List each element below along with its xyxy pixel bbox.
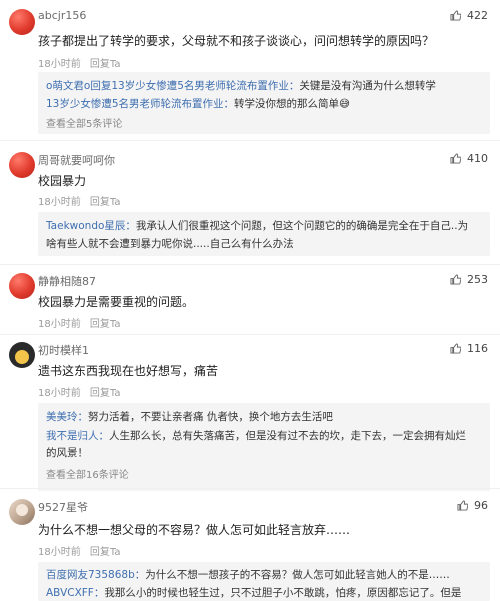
reply-text: 我那么小的时候也轻生过，只不过胆子小不敢跳，怕疼，原因都忘记了。但是 [104, 587, 462, 599]
reply-line: 啥有些人就不会遭到暴力呢你说.....自己么有什么办法 [46, 236, 294, 251]
comment-time: 18小时前 [38, 388, 81, 399]
comment-text: 为什么不想一想父母的不容易？做人怎可如此轻言放弃…… [38, 523, 351, 537]
reply-line: 美美玲：努力活着，不要让亲者痛 仇者快，换个地方去生活吧 [46, 409, 333, 424]
divider [0, 334, 500, 335]
reply-user[interactable]: ABVCXFF： [46, 587, 104, 599]
comment-text: 校园暴力 [38, 174, 87, 188]
like-count: 253 [467, 273, 488, 286]
reply-text: 转学没你想的那么简单😅 [234, 98, 350, 110]
username[interactable]: 初时模样1 [38, 342, 89, 358]
reply-text: 我承认人们很重视这个问题，但这个问题它的的确确是完全在于自己..为 [135, 220, 469, 232]
reply-box: Taekwondo星辰：我承认人们很重视这个问题，但这个问题它的的确确是完全在于… [38, 212, 490, 256]
reply-button[interactable]: 回复Ta [90, 319, 121, 330]
view-all-replies-link[interactable]: 查看全部5条评论 [46, 115, 122, 130]
like-button[interactable]: 116 [450, 342, 488, 355]
comment-text: 遗书这东西我现在也好想写，痛苦 [38, 364, 219, 378]
like-count: 422 [467, 9, 488, 22]
reply-text: 关键是没有沟通为什么想转学 [299, 80, 436, 92]
like-count: 96 [474, 499, 488, 512]
reply-text: 努力活着，不要让亲者痛 仇者快，换个地方去生活吧 [88, 411, 333, 423]
avatar[interactable] [9, 9, 35, 35]
reply-line: 13岁少女惨遭5名男老师轮流布置作业：转学没你想的那么简单😅 [46, 96, 350, 111]
reply-user[interactable]: Taekwondo星辰： [46, 220, 136, 232]
avatar[interactable] [9, 152, 35, 178]
comment-text: 孩子都提出了转学的要求，父母就不和孩子谈谈心，问问想转学的原因吗？ [38, 34, 435, 48]
reply-text: 啥有些人就不会遭到暴力呢你说.....自己么有什么办法 [46, 238, 294, 250]
comment-meta: 18小时前 回复Ta [38, 384, 121, 399]
comment-time: 18小时前 [38, 59, 81, 70]
divider [0, 488, 500, 489]
reply-button[interactable]: 回复Ta [90, 547, 121, 558]
reply-user[interactable]: 我不是归人： [46, 430, 109, 442]
reply-button[interactable]: 回复Ta [90, 59, 121, 70]
username[interactable]: 周哥就要呵呵你 [38, 152, 115, 168]
thumbs-up-icon [450, 274, 461, 285]
reply-user[interactable]: 13岁少女惨遭5名男老师轮流布置作业： [46, 98, 234, 110]
reply-text: 人生那么长，总有失落痛苦，但是没有过不去的坎，走下去，一定会拥有灿烂 [109, 430, 466, 442]
avatar[interactable] [9, 342, 35, 368]
like-button[interactable]: 422 [450, 9, 488, 22]
avatar[interactable] [9, 499, 35, 525]
reply-text: 为什么不想一想孩子的不容易？做人怎可如此轻言她人的不是…… [145, 569, 450, 581]
reply-user[interactable]: 百度网友735868b： [46, 569, 145, 581]
view-all-replies-link[interactable]: 查看全部16条评论 [46, 466, 129, 481]
reply-line: 百度网友735868b：为什么不想一想孩子的不容易？做人怎可如此轻言她人的不是…… [46, 567, 450, 582]
comment-meta: 18小时前 回复Ta [38, 543, 121, 558]
username[interactable]: abcjr156 [38, 9, 86, 22]
reply-line: 的风景！ [46, 445, 88, 460]
like-count: 116 [467, 342, 488, 355]
divider [0, 264, 500, 265]
reply-box: o萌文君o回复13岁少女惨遭5名男老师轮流布置作业：关键是没有沟通为什么想转学 … [38, 72, 490, 134]
comment-section: abcjr156 422 孩子都提出了转学的要求，父母就不和孩子谈谈心，问问想转… [0, 0, 500, 601]
avatar[interactable] [9, 273, 35, 299]
reply-user[interactable]: 美美玲： [46, 411, 88, 423]
like-button[interactable]: 96 [457, 499, 488, 512]
reply-line: ABVCXFF：我那么小的时候也轻生过，只不过胆子小不敢跳，怕疼，原因都忘记了。… [46, 585, 461, 600]
reply-text: 的风景！ [46, 447, 88, 459]
like-button[interactable]: 410 [450, 152, 488, 165]
comment-time: 18小时前 [38, 547, 81, 558]
reply-line: 我不是归人：人生那么长，总有失落痛苦，但是没有过不去的坎，走下去，一定会拥有灿烂 [46, 428, 466, 443]
like-button[interactable]: 253 [450, 273, 488, 286]
comment-time: 18小时前 [38, 197, 81, 208]
comment-meta: 18小时前 回复Ta [38, 315, 121, 330]
like-count: 410 [467, 152, 488, 165]
username[interactable]: 静静相随87 [38, 273, 96, 289]
username[interactable]: 9527星爷 [38, 499, 88, 515]
comment-time: 18小时前 [38, 319, 81, 330]
reply-line: o萌文君o回复13岁少女惨遭5名男老师轮流布置作业：关键是没有沟通为什么想转学 [46, 78, 436, 93]
comment-meta: 18小时前 回复Ta [38, 55, 121, 70]
reply-box: 美美玲：努力活着，不要让亲者痛 仇者快，换个地方去生活吧 我不是归人：人生那么长… [38, 403, 490, 491]
thumbs-up-icon [450, 10, 461, 21]
thumbs-up-icon [457, 500, 468, 511]
reply-button[interactable]: 回复Ta [90, 197, 121, 208]
comment-meta: 18小时前 回复Ta [38, 193, 121, 208]
reply-line: Taekwondo星辰：我承认人们很重视这个问题，但这个问题它的的确确是完全在于… [46, 218, 468, 233]
reply-button[interactable]: 回复Ta [90, 388, 121, 399]
divider [0, 140, 500, 141]
thumbs-up-icon [450, 343, 461, 354]
comment-text: 校园暴力是需要重视的问题。 [38, 295, 195, 309]
thumbs-up-icon [450, 153, 461, 164]
reply-box: 百度网友735868b：为什么不想一想孩子的不容易？做人怎可如此轻言她人的不是…… [38, 562, 490, 601]
reply-user[interactable]: o萌文君o回复13岁少女惨遭5名男老师轮流布置作业： [46, 80, 299, 92]
